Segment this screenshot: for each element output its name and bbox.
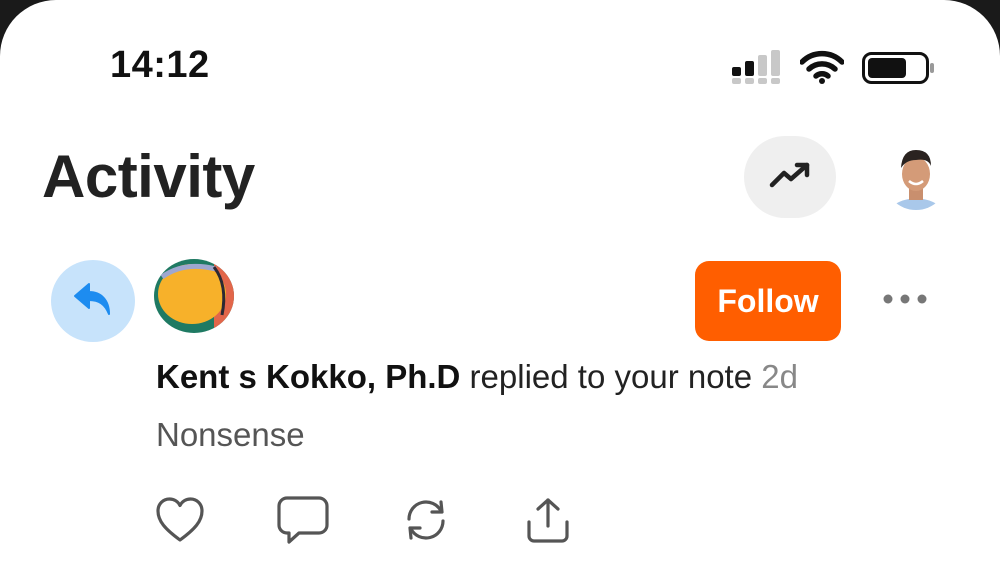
- share-icon: [524, 496, 572, 549]
- profile-avatar[interactable]: [884, 136, 948, 218]
- restack-button[interactable]: [398, 494, 454, 550]
- user-avatar[interactable]: [154, 259, 236, 333]
- activity-action-text: replied to your note: [460, 358, 762, 395]
- more-options-button[interactable]: [878, 282, 932, 318]
- share-button[interactable]: [520, 494, 576, 550]
- wifi-icon: [799, 50, 845, 89]
- comment-button[interactable]: [275, 494, 331, 550]
- restack-icon: [401, 497, 451, 548]
- trending-button[interactable]: [744, 136, 836, 218]
- activity-time-ago: 2d: [761, 358, 798, 395]
- heart-icon: [155, 496, 205, 548]
- trending-up-icon: [769, 161, 811, 194]
- activity-screen: 14:12 Activity Follow Kent s Kokko, Ph.D…: [0, 0, 1000, 567]
- reply-type-badge: [51, 260, 135, 342]
- activity-description: Kent s Kokko, Ph.D replied to your note …: [156, 358, 798, 396]
- follow-button[interactable]: Follow: [695, 261, 841, 341]
- more-dots-icon: [883, 291, 927, 309]
- comment-icon: [277, 495, 329, 550]
- status-time: 14:12: [110, 44, 210, 86]
- battery-icon: [862, 52, 936, 89]
- activity-user-name[interactable]: Kent s Kokko, Ph.D: [156, 358, 460, 395]
- like-button[interactable]: [152, 494, 208, 550]
- reply-content[interactable]: Nonsense: [156, 416, 305, 454]
- page-title: Activity: [42, 143, 255, 210]
- reply-icon: [73, 282, 113, 321]
- cellular-signal-icon: [732, 50, 784, 89]
